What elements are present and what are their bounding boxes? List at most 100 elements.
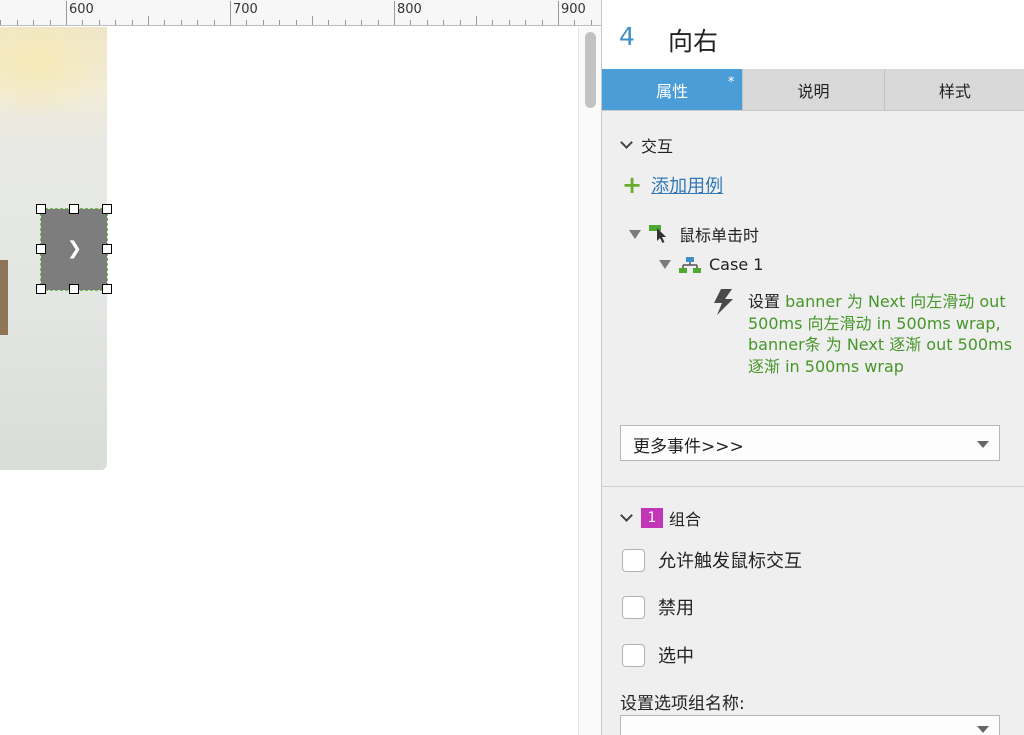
ruler-tick bbox=[378, 20, 379, 25]
ruler-tick bbox=[345, 20, 346, 25]
add-case-label: 添加用例 bbox=[651, 176, 724, 197]
ruler-tick bbox=[591, 20, 592, 25]
case-row[interactable]: Case 1 bbox=[659, 255, 763, 274]
ruler-tick bbox=[263, 20, 264, 25]
selected-checkbox[interactable] bbox=[622, 643, 645, 667]
ruler-tick bbox=[82, 20, 83, 25]
resize-handle-top[interactable] bbox=[69, 204, 79, 214]
ruler-tick bbox=[115, 20, 116, 25]
ruler-tick bbox=[574, 20, 575, 25]
chevron-right-icon: ❯ bbox=[67, 238, 83, 259]
ruler-tick bbox=[394, 1, 395, 25]
inspector-tabs: 属性 * 说明 样式 bbox=[602, 69, 1024, 111]
chevron-down-icon bbox=[620, 135, 633, 149]
canvas-vertical-scrollbar[interactable] bbox=[578, 27, 601, 735]
case-label: Case 1 bbox=[709, 255, 764, 274]
action-lead: 设置 bbox=[748, 292, 781, 311]
scrollbar-thumb[interactable] bbox=[585, 32, 596, 108]
ruler-label-900: 900 bbox=[561, 2, 586, 17]
plus-icon: + bbox=[622, 171, 643, 199]
ruler-tick bbox=[328, 20, 329, 25]
ruler-tick bbox=[132, 20, 133, 25]
ruler-tick bbox=[525, 20, 526, 25]
resize-handle-bottom-right[interactable] bbox=[102, 284, 112, 294]
resize-handle-top-right[interactable] bbox=[102, 204, 112, 214]
option-disabled[interactable]: 禁用 bbox=[622, 594, 694, 620]
ruler-label-600: 600 bbox=[69, 2, 94, 17]
event-onclick-row[interactable]: 鼠标单击时 bbox=[629, 222, 759, 246]
ruler-tick bbox=[17, 20, 18, 25]
ruler-tick bbox=[492, 20, 493, 25]
add-case-link[interactable]: + 添加用例 bbox=[622, 172, 723, 198]
ruler-tick bbox=[230, 1, 231, 25]
ruler-tick bbox=[443, 20, 444, 25]
resize-handle-bottom-left[interactable] bbox=[36, 284, 46, 294]
ruler-tick bbox=[476, 16, 477, 25]
group-section-header[interactable]: 1 组合 bbox=[620, 506, 701, 530]
design-canvas[interactable]: ❯ bbox=[0, 27, 578, 735]
group-count-badge: 1 bbox=[641, 508, 663, 528]
collapse-triangle-icon[interactable] bbox=[659, 260, 671, 269]
ruler-tick bbox=[33, 20, 34, 25]
event-label: 鼠标单击时 bbox=[679, 226, 760, 245]
lightning-action-icon bbox=[712, 289, 734, 319]
ruler-tick bbox=[509, 20, 510, 25]
tab-style[interactable]: 样式 bbox=[883, 69, 1024, 110]
action-detail: banner 为 Next 向左滑动 out 500ms 向左滑动 in 500… bbox=[748, 292, 1013, 376]
widget-title[interactable]: 向右 bbox=[668, 22, 718, 58]
ruler-tick bbox=[181, 20, 182, 25]
resize-handle-bottom[interactable] bbox=[69, 284, 79, 294]
ruler-label-700: 700 bbox=[233, 2, 258, 17]
resize-handle-right[interactable] bbox=[102, 244, 112, 254]
panel-header: 4 向右 bbox=[602, 0, 1024, 69]
mouse-click-icon bbox=[649, 225, 671, 243]
ruler-tick bbox=[0, 20, 1, 25]
interaction-section-header[interactable]: 交互 bbox=[620, 133, 674, 157]
case-flow-icon bbox=[679, 256, 701, 274]
ruler-tick bbox=[410, 20, 411, 25]
collapse-triangle-icon[interactable] bbox=[629, 229, 641, 239]
ruler-tick bbox=[312, 16, 313, 25]
option-selected[interactable]: 选中 bbox=[622, 642, 694, 668]
ruler-tick bbox=[66, 1, 67, 25]
ruler-tick bbox=[197, 20, 198, 25]
dropdown-caret-icon bbox=[977, 441, 989, 448]
ruler-label-800: 800 bbox=[397, 2, 422, 17]
resize-handle-left[interactable] bbox=[36, 244, 46, 254]
banner-image-highlight bbox=[0, 27, 107, 117]
inspector-panel: 4 向右 属性 * 说明 样式 交互 + 添加用例 鼠标单击时 Case 1 设… bbox=[601, 0, 1024, 735]
tab-properties[interactable]: 属性 * bbox=[602, 69, 743, 110]
chevron-down-icon bbox=[620, 508, 633, 522]
ruler-tick bbox=[361, 20, 362, 25]
section-divider bbox=[602, 486, 1024, 487]
ruler-tick bbox=[279, 20, 280, 25]
tab-notes[interactable]: 说明 bbox=[742, 69, 884, 110]
disabled-checkbox[interactable] bbox=[622, 595, 645, 619]
ruler-tick bbox=[296, 20, 297, 25]
ruler-tick bbox=[214, 20, 215, 25]
ruler-tick bbox=[558, 1, 559, 25]
option-allow-mouse-interaction[interactable]: 允许触发鼠标交互 bbox=[622, 547, 802, 573]
resize-handle-top-left[interactable] bbox=[36, 204, 46, 214]
ruler-tick bbox=[246, 20, 247, 25]
selected-label: 选中 bbox=[658, 646, 694, 667]
more-events-label: 更多事件>>> bbox=[633, 437, 744, 457]
dropdown-caret-icon bbox=[977, 726, 989, 733]
ruler-tick bbox=[460, 20, 461, 25]
ruler-tick bbox=[99, 20, 100, 25]
option-group-name-dropdown[interactable] bbox=[620, 715, 1000, 735]
right-arrow-button-widget[interactable]: ❯ bbox=[40, 208, 108, 291]
option-group-name-label: 设置选项组名称: bbox=[620, 694, 745, 714]
horizontal-ruler: 600 700 800 900 bbox=[0, 0, 601, 26]
tab-style-label: 样式 bbox=[938, 81, 971, 101]
ruler-tick bbox=[50, 20, 51, 25]
tab-modified-marker: * bbox=[727, 75, 735, 90]
interaction-section-label: 交互 bbox=[641, 137, 674, 156]
ruler-tick bbox=[542, 20, 543, 25]
allow-mouse-interaction-label: 允许触发鼠标交互 bbox=[658, 551, 802, 572]
disabled-label: 禁用 bbox=[658, 598, 694, 619]
tab-properties-label: 属性 bbox=[656, 81, 689, 101]
allow-mouse-interaction-checkbox[interactable] bbox=[622, 548, 645, 572]
action-description[interactable]: 设置 banner 为 Next 向左滑动 out 500ms 向左滑动 in … bbox=[748, 291, 1013, 377]
more-events-dropdown[interactable]: 更多事件>>> bbox=[620, 425, 1000, 461]
